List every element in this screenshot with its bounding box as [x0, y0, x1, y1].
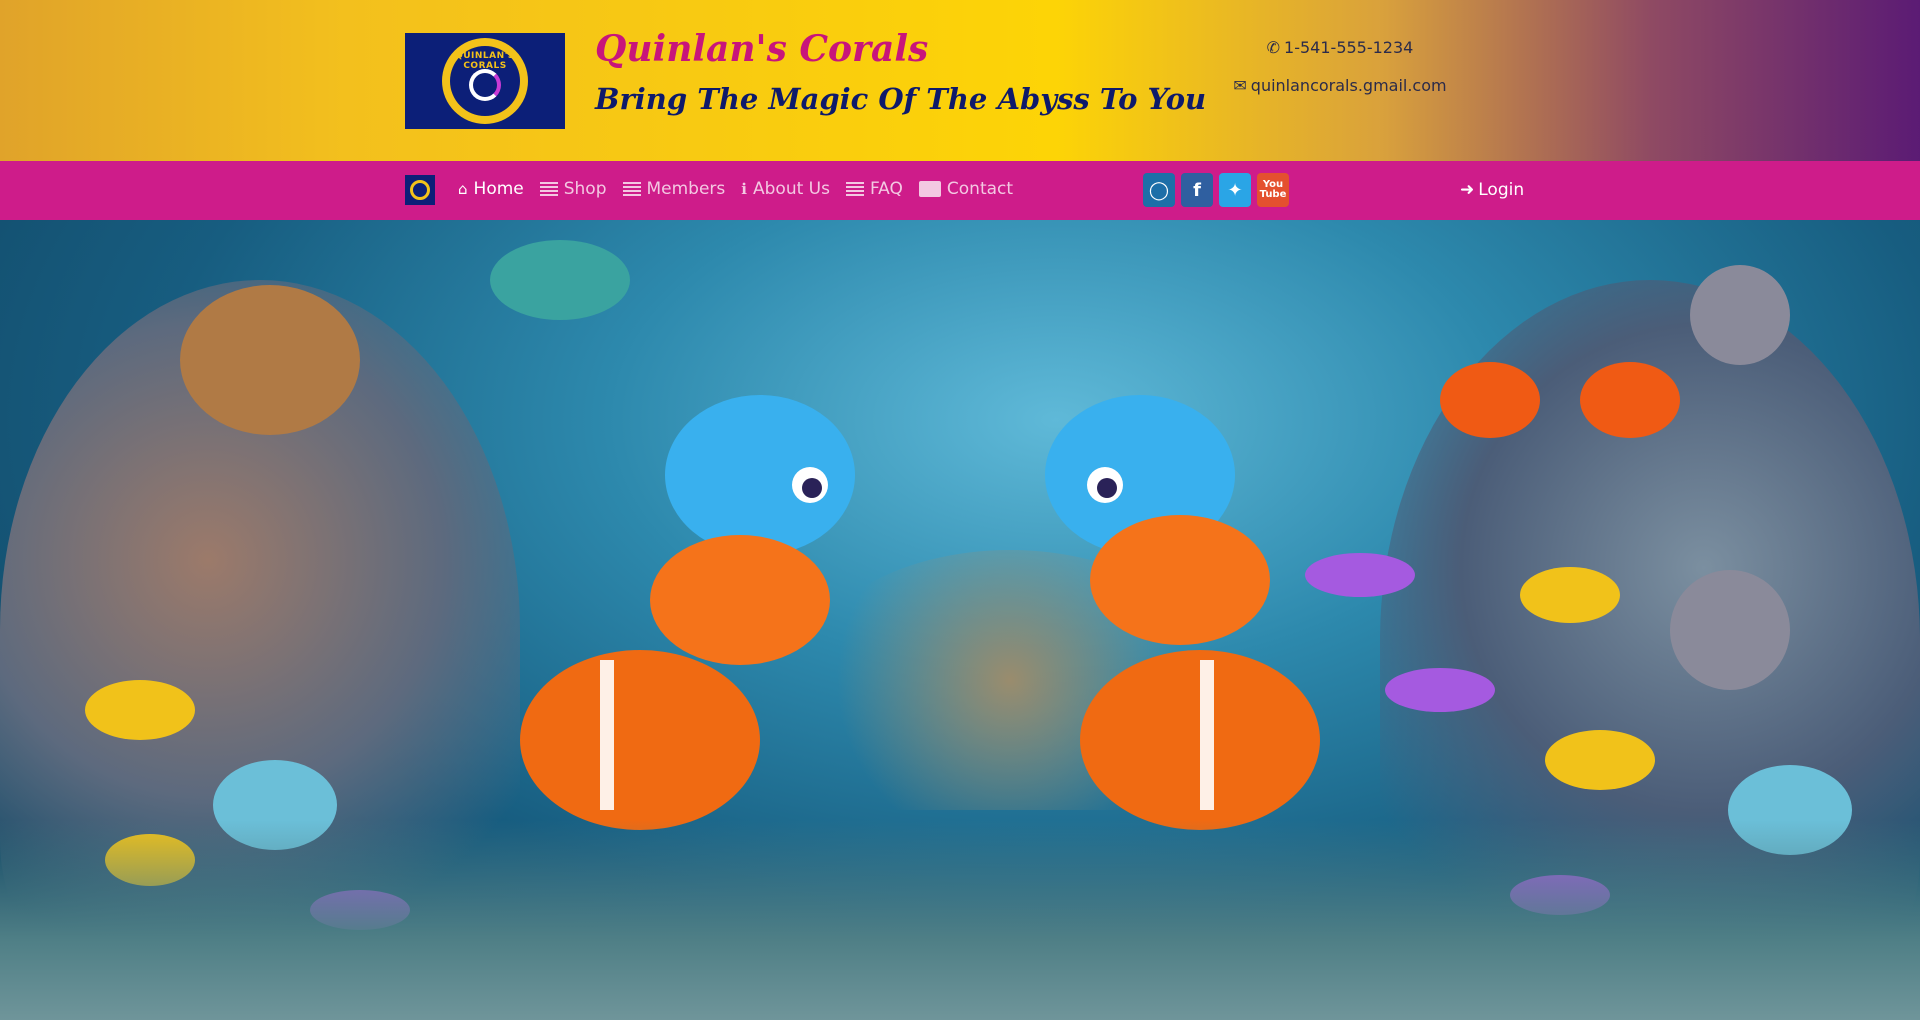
blue-fish-left: [665, 395, 855, 555]
contact-email[interactable]: ✉ quinlancorals.gmail.com: [1200, 76, 1480, 95]
purple-fish: [1385, 668, 1495, 712]
nav-item-members[interactable]: Members: [622, 179, 726, 199]
nav-item-home[interactable]: ⌂ Home: [458, 179, 524, 199]
logo-ring: QUINLAN'S CORALS: [442, 38, 528, 124]
nav-item-label: Contact: [946, 179, 1014, 199]
piranha: [1670, 570, 1790, 690]
social-links: ◯ f ✦ You Tube: [1143, 173, 1289, 207]
nav-item-label: FAQ: [869, 179, 903, 199]
nav-item-about[interactable]: ℹ About Us: [741, 179, 830, 199]
nav-item-shop[interactable]: Shop: [539, 179, 607, 199]
swirl-icon: [469, 69, 501, 101]
site-header: QUINLAN'S CORALS Quinlan's Corals Bring …: [0, 0, 1920, 161]
nav-item-label: Members: [646, 179, 726, 199]
purple-fish: [1305, 553, 1415, 597]
nav-item-contact[interactable]: Contact: [918, 179, 1014, 199]
youtube-icon[interactable]: You Tube: [1257, 173, 1289, 207]
site-tagline: Bring The Magic Of The Abyss To You: [595, 82, 1207, 116]
phone-text: 1-541-555-1234: [1284, 38, 1414, 57]
home-icon: ⌂: [458, 180, 468, 198]
yellow-fish: [85, 680, 195, 740]
email-text: quinlancorals.gmail.com: [1250, 76, 1447, 95]
octopus: [180, 285, 360, 435]
phone-icon: ✆: [1266, 38, 1281, 57]
nav-item-faq[interactable]: FAQ: [845, 179, 903, 199]
envelope-icon: ✉: [1233, 76, 1247, 95]
list-icon: [539, 182, 558, 196]
login-label: Login: [1478, 180, 1525, 200]
login-icon: ➜: [1460, 180, 1475, 200]
site-title: Quinlan's Corals: [595, 28, 929, 70]
clownfish: [1580, 362, 1680, 438]
yellow-fish: [1520, 567, 1620, 623]
clownfish: [1090, 515, 1270, 645]
yellow-fish: [1545, 730, 1655, 790]
brand-logo[interactable]: QUINLAN'S CORALS: [405, 33, 565, 129]
clownfish: [650, 535, 830, 665]
clownfish: [1440, 362, 1540, 438]
logo-text: QUINLAN'S CORALS: [455, 51, 515, 71]
logo-emblem: QUINLAN'S CORALS: [450, 46, 520, 116]
nav-item-label: Home: [473, 179, 524, 199]
instagram-icon[interactable]: ◯: [1143, 173, 1175, 207]
hero-aquarium-image: [0, 220, 1920, 1020]
piranha: [1690, 265, 1790, 365]
contact-phone[interactable]: ✆ 1-541-555-1234: [1200, 38, 1480, 57]
nav-logo[interactable]: [405, 175, 435, 205]
main-nav: ⌂ Home Shop Members ℹ About Us FAQ Conta…: [0, 161, 1920, 220]
youtube-glyph: You Tube: [1259, 179, 1287, 200]
nav-item-label: Shop: [563, 179, 607, 199]
twitter-icon[interactable]: ✦: [1219, 173, 1251, 207]
piranha: [490, 240, 630, 320]
logo-mini-icon: [410, 180, 430, 200]
seafloor: [0, 820, 1920, 1020]
nav-item-label: About Us: [753, 179, 830, 199]
info-icon: ℹ: [741, 180, 747, 198]
login-link[interactable]: ➜ Login: [1460, 180, 1524, 200]
nav-items: ⌂ Home Shop Members ℹ About Us FAQ Conta…: [458, 179, 1013, 199]
list-icon: [622, 182, 641, 196]
facebook-icon[interactable]: f: [1181, 173, 1213, 207]
list-icon: [845, 182, 864, 196]
contact-card-icon: [918, 181, 941, 197]
clownfish: [520, 650, 760, 830]
